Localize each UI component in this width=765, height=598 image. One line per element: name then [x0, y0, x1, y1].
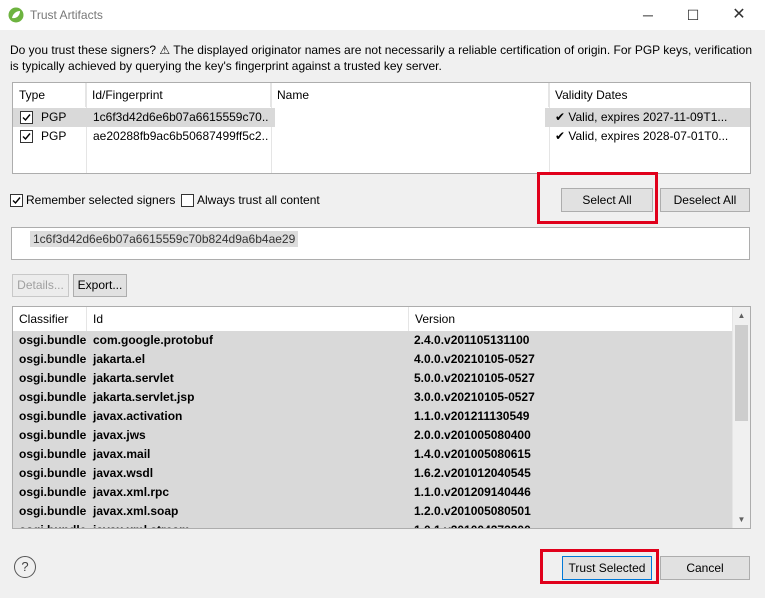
- artifact-version: 1.6.2.v201012040545: [414, 466, 531, 480]
- artifact-id: jakarta.el: [93, 352, 146, 366]
- spring-leaf-icon: [8, 7, 24, 23]
- always-trust-checkbox[interactable]: [181, 194, 194, 207]
- artifact-row[interactable]: osgi.bundle javax.xml.rpc 1.1.0.v2012091…: [13, 483, 733, 502]
- fingerprint-detail-text[interactable]: 1c6f3d42d6e6b07a6615559c70b824d9a6b4ae29: [30, 231, 299, 247]
- column-header-type[interactable]: Type: [13, 83, 86, 107]
- details-button[interactable]: Details...: [12, 274, 69, 297]
- select-all-button[interactable]: Select All: [561, 188, 653, 212]
- signer-type: PGP: [41, 110, 67, 124]
- help-button[interactable]: ?: [14, 556, 36, 578]
- artifact-version: 5.0.0.v20210105-0527: [414, 371, 535, 385]
- column-header-version[interactable]: Version: [409, 307, 733, 331]
- signer-row[interactable]: PGP ae20288fb9ac6b50687499ff5c2... ✔ Val…: [13, 127, 750, 146]
- title-bar: Trust Artifacts ─ ☐ ✕: [0, 0, 765, 30]
- signer-row[interactable]: PGP 1c6f3d42d6e6b07a6615559c70... ✔ Vali…: [13, 108, 750, 127]
- artifact-id: javax.xml.soap: [93, 504, 179, 518]
- signer-validity: ✔ Valid, expires 2027-11-09T1...: [555, 110, 728, 124]
- window-title: Trust Artifacts: [30, 8, 103, 22]
- artifact-id: javax.activation: [93, 409, 183, 423]
- artifact-version: 1.1.0.v201211130549: [414, 409, 530, 423]
- artifact-row[interactable]: osgi.bundle javax.mail 1.4.0.v2010050806…: [13, 445, 733, 464]
- artifact-classifier: osgi.bundle: [19, 466, 87, 480]
- signer-checkbox[interactable]: [20, 111, 33, 124]
- scroll-down-icon[interactable]: ▼: [733, 511, 750, 528]
- trust-selected-button[interactable]: Trust Selected: [562, 556, 652, 580]
- scrollbar-thumb[interactable]: [735, 325, 748, 421]
- column-header-fingerprint[interactable]: Id/Fingerprint: [86, 83, 271, 107]
- intro-text: Do you trust these signers? ⚠ The displa…: [10, 43, 753, 73]
- artifact-id: javax.xml.stream: [93, 521, 190, 528]
- artifact-id: jakarta.servlet.jsp: [93, 390, 195, 404]
- check-icon: [22, 133, 31, 141]
- fingerprint-detail-box[interactable]: 1c6f3d42d6e6b07a6615559c70b824d9a6b4ae29: [11, 227, 750, 260]
- close-button[interactable]: ✕: [716, 0, 762, 30]
- export-button[interactable]: Export...: [73, 274, 127, 297]
- scroll-up-icon[interactable]: ▲: [733, 307, 750, 324]
- artifact-id: javax.jws: [93, 428, 146, 442]
- maximize-button[interactable]: ☐: [670, 0, 716, 30]
- remember-signers-label[interactable]: Remember selected signers: [26, 193, 175, 207]
- minimize-button[interactable]: ─: [625, 0, 671, 30]
- signer-type: PGP: [41, 129, 67, 143]
- artifact-row[interactable]: osgi.bundle javax.xml.stream 1.0.1.v2010…: [13, 521, 733, 528]
- artifact-classifier: osgi.bundle: [19, 428, 87, 442]
- artifact-id: javax.mail: [93, 447, 151, 461]
- artifact-row[interactable]: osgi.bundle jakarta.servlet.jsp 3.0.0.v2…: [13, 388, 733, 407]
- artifact-version: 2.4.0.v201105131100: [414, 333, 530, 347]
- cancel-button[interactable]: Cancel: [660, 556, 750, 580]
- check-icon: [12, 197, 21, 205]
- artifact-version: 1.1.0.v201209140446: [414, 485, 531, 499]
- artifacts-table: Classifier Id Version osgi.bundle com.go…: [12, 306, 751, 529]
- artifact-classifier: osgi.bundle: [19, 371, 87, 385]
- signer-name: [275, 127, 545, 146]
- artifact-classifier: osgi.bundle: [19, 352, 87, 366]
- artifact-version: 1.4.0.v201005080615: [414, 447, 531, 461]
- signers-table: Type Id/Fingerprint Name Validity Dates …: [12, 82, 751, 174]
- artifact-version: 1.2.0.v201005080501: [414, 504, 531, 518]
- artifact-row[interactable]: osgi.bundle com.google.protobuf 2.4.0.v2…: [13, 331, 733, 350]
- signer-fingerprint: ae20288fb9ac6b50687499ff5c2...: [93, 129, 269, 143]
- artifact-version: 4.0.0.v20210105-0527: [414, 352, 535, 366]
- artifact-row[interactable]: osgi.bundle jakarta.servlet 5.0.0.v20210…: [13, 369, 733, 388]
- artifact-row[interactable]: osgi.bundle jakarta.el 4.0.0.v20210105-0…: [13, 350, 733, 369]
- artifact-id: com.google.protobuf: [93, 333, 213, 347]
- artifact-classifier: osgi.bundle: [19, 485, 87, 499]
- signer-checkbox[interactable]: [20, 130, 33, 143]
- artifact-classifier: osgi.bundle: [19, 521, 86, 528]
- column-header-validity[interactable]: Validity Dates: [549, 83, 731, 107]
- always-trust-label[interactable]: Always trust all content: [197, 193, 320, 207]
- artifact-version: 3.0.0.v20210105-0527: [414, 390, 535, 404]
- artifact-id: jakarta.servlet: [93, 371, 174, 385]
- signer-validity: ✔ Valid, expires 2028-07-01T0...: [555, 129, 729, 143]
- artifact-classifier: osgi.bundle: [19, 409, 87, 423]
- remember-signers-checkbox[interactable]: [10, 194, 23, 207]
- artifact-row[interactable]: osgi.bundle javax.xml.soap 1.2.0.v201005…: [13, 502, 733, 521]
- artifact-classifier: osgi.bundle: [19, 333, 87, 347]
- check-icon: [22, 114, 31, 122]
- column-header-name[interactable]: Name: [271, 83, 549, 107]
- artifact-row[interactable]: osgi.bundle javax.jws 2.0.0.v20100508040…: [13, 426, 733, 445]
- deselect-all-button[interactable]: Deselect All: [660, 188, 750, 212]
- artifact-classifier: osgi.bundle: [19, 504, 87, 518]
- artifact-version: 2.0.0.v201005080400: [414, 428, 531, 442]
- artifact-row[interactable]: osgi.bundle javax.wsdl 1.6.2.v2010120405…: [13, 464, 733, 483]
- signer-fingerprint: 1c6f3d42d6e6b07a6615559c70...: [93, 110, 269, 124]
- artifact-version: 1.0.1.v201004272200: [414, 521, 531, 528]
- signer-name: [275, 108, 545, 127]
- artifact-row[interactable]: osgi.bundle javax.activation 1.1.0.v2012…: [13, 407, 733, 426]
- artifact-id: javax.wsdl: [93, 466, 154, 480]
- column-header-id[interactable]: Id: [87, 307, 409, 331]
- artifact-classifier: osgi.bundle: [19, 447, 87, 461]
- artifact-classifier: osgi.bundle: [19, 390, 87, 404]
- artifacts-scrollbar[interactable]: ▲ ▼: [732, 307, 750, 528]
- column-header-classifier[interactable]: Classifier: [13, 307, 87, 331]
- artifact-id: javax.xml.rpc: [93, 485, 170, 499]
